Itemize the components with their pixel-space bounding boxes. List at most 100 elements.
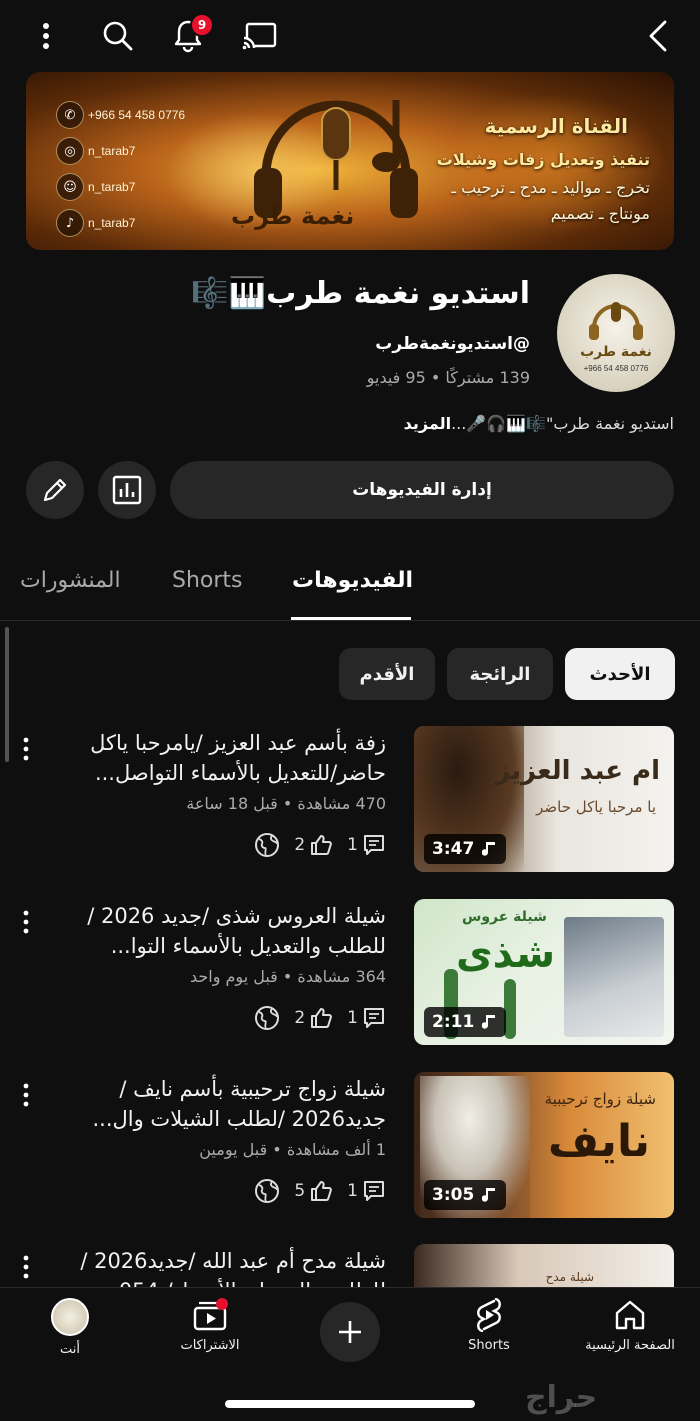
comment-icon xyxy=(364,835,384,855)
video-thumbnail[interactable]: شيلة عروس شذى 2:11 xyxy=(414,899,674,1045)
comment-icon xyxy=(364,1008,384,1028)
avatar-logo-icon xyxy=(589,301,643,340)
nav-you[interactable]: أنت xyxy=(0,1298,140,1357)
nav-subscriptions-label: الاشتراكات xyxy=(180,1338,240,1353)
duration-text: 3:47 xyxy=(432,839,475,859)
description-more-link[interactable]: المزيد xyxy=(404,414,451,433)
pencil-icon xyxy=(43,478,67,502)
you-avatar xyxy=(51,1298,89,1336)
analytics-button[interactable] xyxy=(98,461,156,519)
nav-shorts[interactable]: Shorts xyxy=(419,1298,559,1353)
globe-icon xyxy=(255,1006,280,1030)
video-more-button[interactable] xyxy=(14,1250,38,1284)
comments-count: 1 xyxy=(347,835,358,855)
video-item[interactable]: شيلة عروس شذى 2:11 شيلة العروس شذى /جديد… xyxy=(0,899,700,1059)
music-note-icon xyxy=(482,842,496,856)
comments-count: 1 xyxy=(347,1008,358,1028)
music-note-icon xyxy=(482,1188,496,1202)
duration-badge: 3:05 xyxy=(424,1180,507,1210)
duration-text: 2:11 xyxy=(432,1012,475,1032)
tab-videos[interactable]: الفيديوهات xyxy=(292,568,413,593)
video-item[interactable]: شيلة زواج ترحيبية نايف 3:05 شيلة زواج تر… xyxy=(0,1072,700,1232)
video-stats: 1 5 xyxy=(254,1176,386,1206)
comments-stat: 1 xyxy=(347,833,386,857)
likes-count: 5 xyxy=(294,1181,306,1201)
video-item[interactable]: ام عبد العزيز يا مرحبا ياكل حاضر 3:47 زف… xyxy=(0,726,700,886)
thumbnail-title: نايف xyxy=(548,1116,650,1167)
subscriptions-new-dot xyxy=(216,1298,228,1310)
globe-icon xyxy=(255,833,280,857)
banner-instagram: n_tarab7 xyxy=(88,144,136,158)
thumbnail-title: ام عبد العزيز xyxy=(495,756,660,786)
search-icon[interactable] xyxy=(96,14,140,58)
channel-handle: @استديونغمةطرب xyxy=(375,334,530,354)
more-vert-icon xyxy=(23,737,29,761)
video-more-button[interactable] xyxy=(14,905,38,939)
video-thumbnail[interactable]: ام عبد العزيز يا مرحبا ياكل حاضر 3:47 xyxy=(414,726,674,872)
comment-icon xyxy=(364,1181,384,1201)
snapchat-icon: ☺ xyxy=(56,173,84,201)
more-vert-icon xyxy=(23,1083,29,1107)
likes-stat: 5 xyxy=(294,1179,333,1203)
video-more-button[interactable] xyxy=(14,732,38,766)
banner-whatsapp-row: ✆ +966 54 458 0776 xyxy=(56,100,185,130)
manage-videos-button[interactable]: إدارة الفيديوهات xyxy=(170,461,674,519)
thumbs-up-icon xyxy=(311,1181,333,1201)
video-stats: 1 2 xyxy=(254,830,386,860)
channel-stats: 139 مشتركًا • 95 فيديو xyxy=(366,368,530,387)
channel-description[interactable]: استديو نغمة طرب"🎼🎹🎧🎤...المزيد xyxy=(404,414,674,433)
create-button[interactable] xyxy=(320,1302,380,1362)
tabs-divider xyxy=(0,620,700,621)
whatsapp-icon: ✆ xyxy=(56,101,84,129)
video-item[interactable]: شيلة مدح شيلة مدح أم عبد الله /جديد2026 … xyxy=(0,1244,700,1287)
video-title[interactable]: زفة بأسم عبد العزيز /يامرحبا ياكل حاضر/ل… xyxy=(46,728,386,788)
chip-popular[interactable]: الرائجة xyxy=(447,648,553,700)
plus-icon xyxy=(339,1321,361,1343)
nav-you-label: أنت xyxy=(60,1342,80,1357)
watermark-logo: حراج xyxy=(525,1380,598,1415)
nav-subscriptions[interactable]: الاشتراكات xyxy=(140,1298,280,1353)
video-title[interactable]: شيلة مدح أم عبد الله /جديد2026 /للطلب وا… xyxy=(46,1246,386,1287)
likes-stat: 2 xyxy=(294,1006,333,1030)
cast-icon[interactable] xyxy=(238,14,282,58)
instagram-icon: ◎ xyxy=(56,137,84,165)
duration-text: 3:05 xyxy=(432,1185,475,1205)
banner-title: القناة الرسمية xyxy=(484,114,628,138)
video-meta: 364 مشاهدة • قبل يوم واحد xyxy=(189,967,386,986)
comments-stat: 1 xyxy=(347,1006,386,1030)
video-more-button[interactable] xyxy=(14,1078,38,1112)
avatar-phone: +966 54 458 0776 xyxy=(583,363,649,373)
channel-name: استديو نغمة طرب🎹🎼 xyxy=(191,276,530,311)
music-note-icon xyxy=(482,1015,496,1029)
chip-oldest[interactable]: الأقدم xyxy=(339,648,435,700)
bottom-navigation: الصفحة الرئيسية Shorts الاشتراكات أنت حر… xyxy=(0,1287,700,1421)
video-title[interactable]: شيلة العروس شذى /جديد 2026 /للطلب والتعد… xyxy=(46,901,386,961)
tab-shorts[interactable]: Shorts xyxy=(172,568,243,593)
banner-line-2: تخرج ـ مواليد ـ مدح ـ ترحيب ـ xyxy=(451,178,650,197)
channel-avatar[interactable]: نغمة طرب +966 54 458 0776 xyxy=(557,274,675,392)
avatar-text: نغمة طرب xyxy=(580,343,652,360)
banner-phone: +966 54 458 0776 xyxy=(88,108,186,122)
edit-channel-button[interactable] xyxy=(26,461,84,519)
globe-icon xyxy=(255,1179,280,1203)
shorts-icon xyxy=(477,1298,501,1332)
video-title[interactable]: شيلة زواج ترحيبية بأسم نايف / جديد2026 /… xyxy=(46,1074,387,1134)
more-vert-icon[interactable] xyxy=(24,14,68,58)
analytics-icon xyxy=(112,475,142,505)
nav-home[interactable]: الصفحة الرئيسية xyxy=(560,1298,700,1353)
banner-snapchat-row: ☺ n_tarab7 xyxy=(56,172,135,202)
nav-shorts-label: Shorts xyxy=(468,1338,510,1353)
tab-posts[interactable]: المنشورات xyxy=(20,568,121,593)
duration-badge: 2:11 xyxy=(424,1007,507,1037)
video-thumbnail[interactable]: شيلة مدح xyxy=(414,1244,674,1287)
video-thumbnail[interactable]: شيلة زواج ترحيبية نايف 3:05 xyxy=(414,1072,674,1218)
likes-stat: 2 xyxy=(294,833,333,857)
thumbnail-subtitle: شيلة زواج ترحيبية xyxy=(544,1090,656,1108)
video-meta: 1 ألف مشاهدة • قبل يومين xyxy=(199,1140,386,1159)
channel-description-text: استديو نغمة طرب"🎼🎹🎧🎤... xyxy=(451,414,674,433)
home-indicator[interactable] xyxy=(225,1400,475,1408)
back-chevron-icon[interactable] xyxy=(636,14,680,58)
nav-home-label: الصفحة الرئيسية xyxy=(585,1338,675,1353)
more-vert-icon xyxy=(23,1255,29,1279)
chip-latest[interactable]: الأحدث xyxy=(565,648,675,700)
